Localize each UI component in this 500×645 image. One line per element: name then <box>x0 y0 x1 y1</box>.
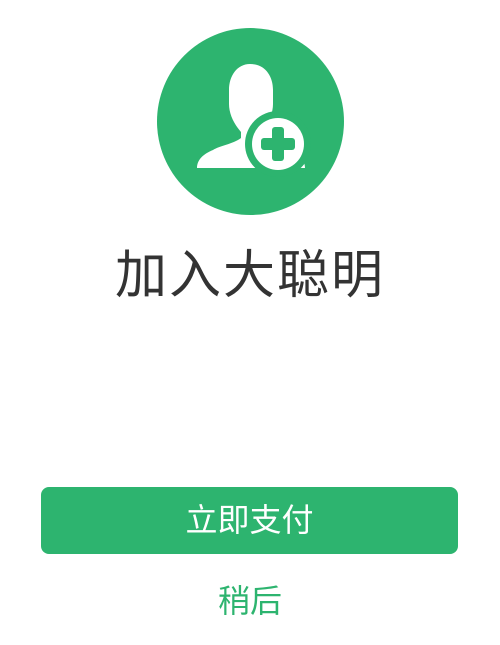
add-user-icon <box>157 28 344 215</box>
pay-now-button[interactable]: 立即支付 <box>41 487 458 554</box>
add-user-icon-graphic <box>197 64 311 177</box>
later-link[interactable]: 稍后 <box>0 575 500 627</box>
page-title: 加入大聪明 <box>114 246 385 306</box>
plus-icon-horizontal <box>261 138 295 150</box>
